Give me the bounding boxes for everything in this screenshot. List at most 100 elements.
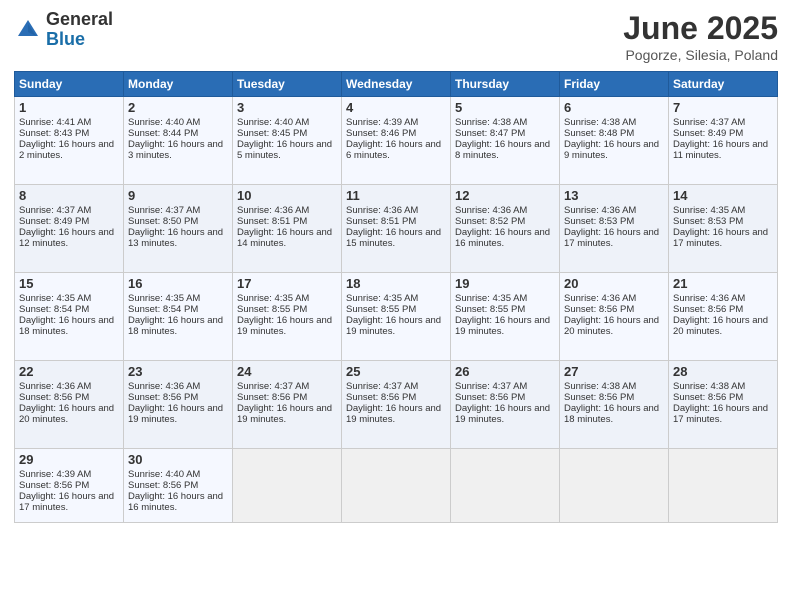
daylight: Daylight: 16 hours and 19 minutes. <box>346 315 441 337</box>
calendar-cell: 29Sunrise: 4:39 AMSunset: 8:56 PMDayligh… <box>15 449 124 523</box>
sunset: Sunset: 8:56 PM <box>455 392 525 403</box>
day-number: 29 <box>19 452 119 467</box>
main-title: June 2025 <box>623 10 778 47</box>
day-number: 21 <box>673 276 773 291</box>
daylight: Daylight: 16 hours and 13 minutes. <box>128 227 223 249</box>
sunset: Sunset: 8:50 PM <box>128 216 198 227</box>
calendar-day-header: Sunday <box>15 72 124 97</box>
calendar-cell: 27Sunrise: 4:38 AMSunset: 8:56 PMDayligh… <box>560 361 669 449</box>
daylight: Daylight: 16 hours and 17 minutes. <box>673 227 768 249</box>
sunrise: Sunrise: 4:35 AM <box>673 205 745 216</box>
sunset: Sunset: 8:54 PM <box>19 304 89 315</box>
calendar-cell: 28 Sunrise: 4:38 AMSunset: 8:56 PMDayligh… <box>669 361 778 449</box>
daylight: Daylight: 16 hours and 19 minutes. <box>237 403 332 425</box>
daylight: Daylight: 16 hours and 9 minutes. <box>564 139 659 161</box>
calendar-cell: 3Sunrise: 4:40 AMSunset: 8:45 PMDaylight… <box>233 97 342 185</box>
subtitle: Pogorze, Silesia, Poland <box>623 47 778 63</box>
calendar-cell: 23Sunrise: 4:36 AMSunset: 8:56 PMDayligh… <box>124 361 233 449</box>
sunrise: Sunrise: 4:37 AM <box>346 381 418 392</box>
day-number: 17 <box>237 276 337 291</box>
daylight: Daylight: 16 hours and 19 minutes. <box>237 315 332 337</box>
day-number: 12 <box>455 188 555 203</box>
calendar-cell: 2Sunrise: 4:40 AMSunset: 8:44 PMDaylight… <box>124 97 233 185</box>
daylight: Daylight: 16 hours and 20 minutes. <box>564 315 659 337</box>
calendar-cell <box>451 449 560 523</box>
calendar-day-header: Tuesday <box>233 72 342 97</box>
sunset: Sunset: 8:56 PM <box>19 480 89 491</box>
calendar-day-header: Thursday <box>451 72 560 97</box>
calendar-cell: 16Sunrise: 4:35 AMSunset: 8:54 PMDayligh… <box>124 273 233 361</box>
day-number: 10 <box>237 188 337 203</box>
day-number: 6 <box>564 100 664 115</box>
calendar-day-header: Wednesday <box>342 72 451 97</box>
daylight: Daylight: 16 hours and 16 minutes. <box>128 491 223 513</box>
calendar-cell <box>342 449 451 523</box>
daylight: Daylight: 16 hours and 3 minutes. <box>128 139 223 161</box>
daylight: Daylight: 16 hours and 16 minutes. <box>455 227 550 249</box>
sunrise: Sunrise: 4:35 AM <box>19 293 91 304</box>
day-number: 14 <box>673 188 773 203</box>
sunset: Sunset: 8:56 PM <box>673 392 743 403</box>
day-number: 4 <box>346 100 446 115</box>
sunset: Sunset: 8:48 PM <box>564 128 634 139</box>
calendar-cell: 13Sunrise: 4:36 AMSunset: 8:53 PMDayligh… <box>560 185 669 273</box>
calendar-cell: 21Sunrise: 4:36 AMSunset: 8:56 PMDayligh… <box>669 273 778 361</box>
day-number: 28 <box>673 364 773 379</box>
sunset: Sunset: 8:55 PM <box>237 304 307 315</box>
calendar-day-header: Friday <box>560 72 669 97</box>
sunset: Sunset: 8:56 PM <box>564 304 634 315</box>
day-number: 23 <box>128 364 228 379</box>
sunrise: Sunrise: 4:36 AM <box>346 205 418 216</box>
sunrise: Sunrise: 4:35 AM <box>455 293 527 304</box>
logo-blue: Blue <box>46 30 113 50</box>
sunrise: Sunrise: 4:36 AM <box>237 205 309 216</box>
day-number: 30 <box>128 452 228 467</box>
day-number: 5 <box>455 100 555 115</box>
calendar-cell: 15Sunrise: 4:35 AMSunset: 8:54 PMDayligh… <box>15 273 124 361</box>
daylight: Daylight: 16 hours and 18 minutes. <box>128 315 223 337</box>
day-number: 15 <box>19 276 119 291</box>
calendar-day-header: Saturday <box>669 72 778 97</box>
daylight: Daylight: 16 hours and 2 minutes. <box>19 139 114 161</box>
sunset: Sunset: 8:56 PM <box>237 392 307 403</box>
day-number: 20 <box>564 276 664 291</box>
sunrise: Sunrise: 4:35 AM <box>346 293 418 304</box>
calendar-cell: 18Sunrise: 4:35 AMSunset: 8:55 PMDayligh… <box>342 273 451 361</box>
calendar-cell <box>560 449 669 523</box>
day-number: 18 <box>346 276 446 291</box>
daylight: Daylight: 16 hours and 17 minutes. <box>673 403 768 425</box>
calendar-cell: 20Sunrise: 4:36 AMSunset: 8:56 PMDayligh… <box>560 273 669 361</box>
sunrise: Sunrise: 4:38 AM <box>455 117 527 128</box>
daylight: Daylight: 16 hours and 20 minutes. <box>673 315 768 337</box>
sunrise: Sunrise: 4:39 AM <box>346 117 418 128</box>
day-number: 1 <box>19 100 119 115</box>
sunset: Sunset: 8:51 PM <box>237 216 307 227</box>
day-number: 8 <box>19 188 119 203</box>
day-number: 2 <box>128 100 228 115</box>
sunrise: Sunrise: 4:37 AM <box>19 205 91 216</box>
calendar-cell: 5Sunrise: 4:38 AMSunset: 8:47 PMDaylight… <box>451 97 560 185</box>
sunrise: Sunrise: 4:40 AM <box>128 469 200 480</box>
sunrise: Sunrise: 4:37 AM <box>455 381 527 392</box>
calendar-cell: 12Sunrise: 4:36 AMSunset: 8:52 PMDayligh… <box>451 185 560 273</box>
sunset: Sunset: 8:52 PM <box>455 216 525 227</box>
sunset: Sunset: 8:56 PM <box>19 392 89 403</box>
sunrise: Sunrise: 4:38 AM <box>673 381 745 392</box>
daylight: Daylight: 16 hours and 19 minutes. <box>455 315 550 337</box>
sunrise: Sunrise: 4:41 AM <box>19 117 91 128</box>
day-number: 13 <box>564 188 664 203</box>
day-number: 27 <box>564 364 664 379</box>
sunset: Sunset: 8:45 PM <box>237 128 307 139</box>
daylight: Daylight: 16 hours and 8 minutes. <box>455 139 550 161</box>
day-number: 3 <box>237 100 337 115</box>
sunrise: Sunrise: 4:37 AM <box>237 381 309 392</box>
calendar-cell: 1Sunrise: 4:41 AMSunset: 8:43 PMDaylight… <box>15 97 124 185</box>
sunset: Sunset: 8:44 PM <box>128 128 198 139</box>
daylight: Daylight: 16 hours and 6 minutes. <box>346 139 441 161</box>
calendar-cell: 7Sunrise: 4:37 AMSunset: 8:49 PMDaylight… <box>669 97 778 185</box>
logo-icon <box>14 16 42 44</box>
page: General Blue June 2025 Pogorze, Silesia,… <box>0 0 792 612</box>
sunset: Sunset: 8:56 PM <box>128 392 198 403</box>
daylight: Daylight: 16 hours and 14 minutes. <box>237 227 332 249</box>
calendar-week-row: 15Sunrise: 4:35 AMSunset: 8:54 PMDayligh… <box>15 273 778 361</box>
